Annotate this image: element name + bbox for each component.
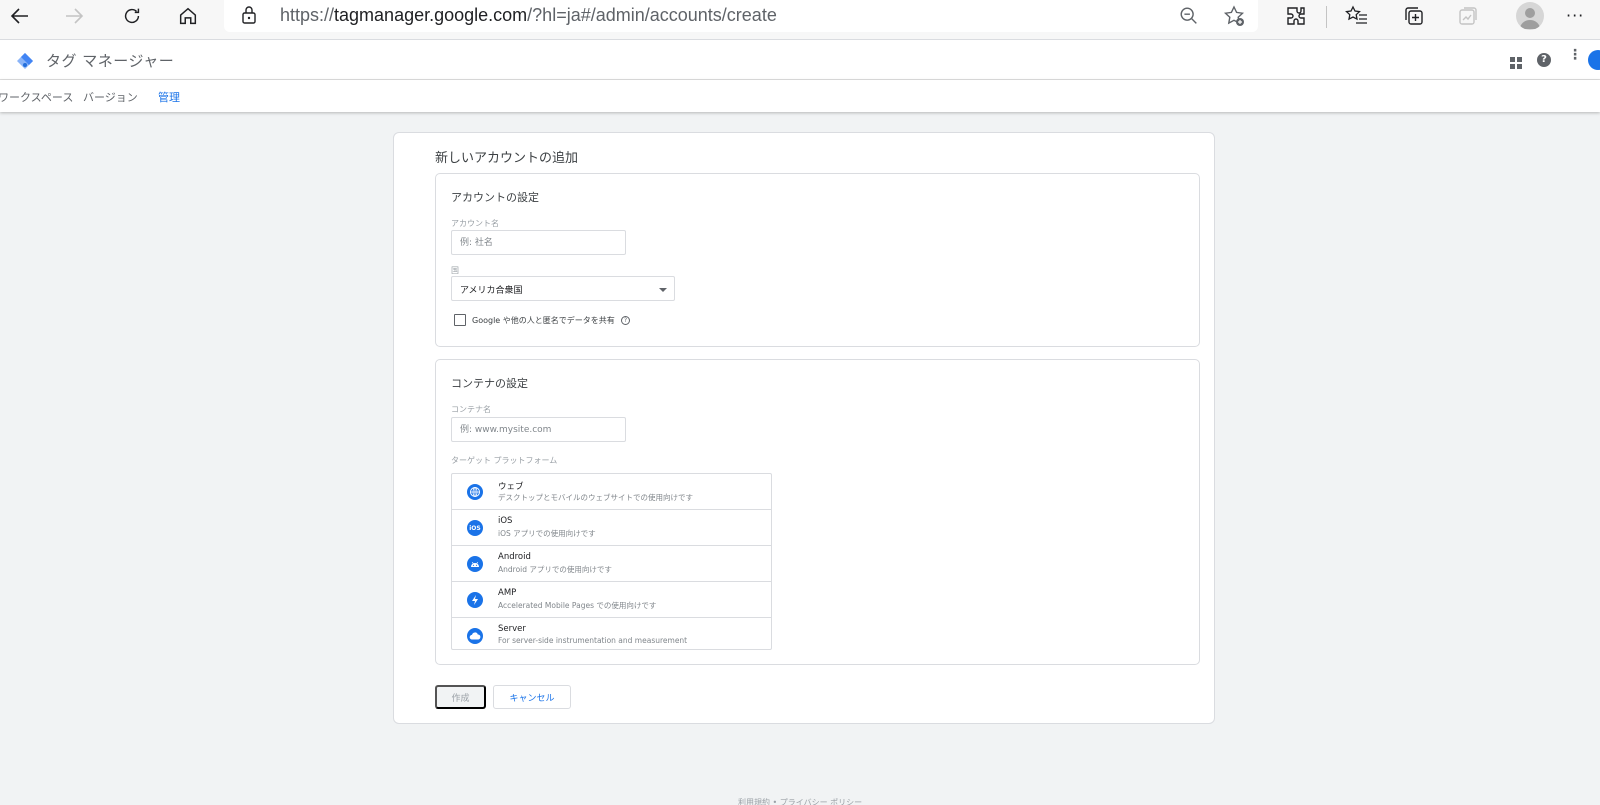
home-icon [179,7,197,25]
favorite-add-icon[interactable] [1222,4,1246,32]
target-platform-label: ターゲット プラットフォーム [451,456,558,465]
platform-description: For server-side instrumentation and meas… [498,636,688,645]
more-vert-icon[interactable]: ⋮ [1568,48,1582,62]
platform-description: デスクトップとモバイルのウェブサイトでの使用向けです [498,493,693,502]
more-menu-icon[interactable]: ··· [1566,6,1584,25]
page-title: 新しいアカウントの追加 [435,151,579,166]
browser-toolbar: https://tagmanager.google.com/?hl=ja#/ad… [0,0,1600,40]
app-tabs: ワークスペース バージョン 管理 [0,80,1600,112]
platform-list: ウェブ デスクトップとモバイルのウェブサイトでの使用向けです iOS iOS i… [451,473,772,650]
platform-name: Android [498,552,531,562]
country-select[interactable]: アメリカ合衆国 [451,276,675,301]
forward-button[interactable] [54,0,94,32]
account-name-input[interactable] [451,230,626,255]
footer-links[interactable]: 利用規約 • プライバシー ポリシー [738,797,862,805]
reload-icon [124,8,140,24]
country-value: アメリカ合衆国 [460,286,523,296]
platform-description: iOS アプリでの使用向けです [498,529,596,538]
tag-manager-logo-icon [16,52,34,74]
collections-icon[interactable] [1402,4,1426,32]
platform-description: Accelerated Mobile Pages での使用向けです [498,601,657,610]
container-name-label: コンテナ名 [451,405,491,414]
platform-name: Server [498,624,526,634]
share-data-label: Google や他の人と匿名でデータを共有 [472,316,615,325]
platform-option-ios[interactable]: iOS iOS iOS アプリでの使用向けです [452,510,771,546]
create-button[interactable]: 作成 [435,685,486,709]
home-button[interactable] [168,0,208,32]
platform-option-server[interactable]: Server For server-side instrumentation a… [452,618,771,654]
tab-workspace[interactable]: ワークスペース [0,89,73,105]
account-avatar[interactable] [1588,50,1600,70]
url-scheme: https:// [280,5,335,25]
reload-button[interactable] [112,0,152,32]
help-icon[interactable]: ? [621,316,630,325]
platform-option-amp[interactable]: AMP Accelerated Mobile Pages での使用向けです [452,582,771,618]
android-icon [467,556,483,572]
favorites-icon[interactable] [1345,4,1369,32]
platform-option-web[interactable]: ウェブ デスクトップとモバイルのウェブサイトでの使用向けです [452,474,771,510]
account-settings-title: アカウントの設定 [451,191,539,204]
profile-avatar[interactable] [1516,2,1544,30]
create-account-card: 新しいアカウントの追加 アカウントの設定 アカウント名 国 アメリカ合衆国 Go… [393,132,1215,724]
account-settings-section: アカウントの設定 アカウント名 国 アメリカ合衆国 Google や他の人と匿名… [435,173,1200,347]
amp-icon [467,592,483,608]
platform-name: AMP [498,588,517,598]
app-header: タグ マネージャー ? ⋮ [0,40,1600,80]
platform-name: ウェブ [498,482,524,492]
extensions-icon[interactable] [1284,4,1308,32]
address-bar[interactable]: https://tagmanager.google.com/?hl=ja#/ad… [224,0,1258,32]
url-host: tagmanager.google.com [334,5,528,25]
account-name-label: アカウント名 [451,219,499,228]
url-path: /?hl=ja#/admin/accounts/create [527,5,777,25]
apps-grid-icon[interactable] [1510,54,1522,73]
container-settings-section: コンテナの設定 コンテナ名 ターゲット プラットフォーム ウェブ デスクトップと… [435,359,1200,665]
forward-arrow-icon [66,8,84,24]
container-name-input[interactable] [451,417,626,442]
ios-icon: iOS [467,520,483,536]
performance-icon[interactable] [1456,4,1480,32]
cancel-button[interactable]: キャンセル [493,685,571,709]
platform-description: Android アプリでの使用向けです [498,565,612,574]
share-data-checkbox[interactable] [454,314,466,326]
platform-name: iOS [498,516,513,526]
toolbar-divider [1326,6,1327,28]
web-icon [467,484,483,500]
tab-admin[interactable]: 管理 [158,89,180,105]
platform-option-android[interactable]: Android Android アプリでの使用向けです [452,546,771,582]
server-icon [467,628,483,644]
app-title: タグ マネージャー [46,52,175,70]
chevron-down-icon [659,288,667,292]
container-settings-title: コンテナの設定 [451,377,528,390]
tab-versions[interactable]: バージョン [83,89,138,105]
lock-icon[interactable] [240,5,258,29]
back-arrow-icon [10,8,28,24]
country-label: 国 [451,266,459,275]
zoom-out-icon[interactable] [1178,5,1200,31]
back-button[interactable] [0,0,40,32]
url-text[interactable]: https://tagmanager.google.com/?hl=ja#/ad… [280,5,777,26]
help-circle-icon[interactable]: ? [1537,53,1551,67]
